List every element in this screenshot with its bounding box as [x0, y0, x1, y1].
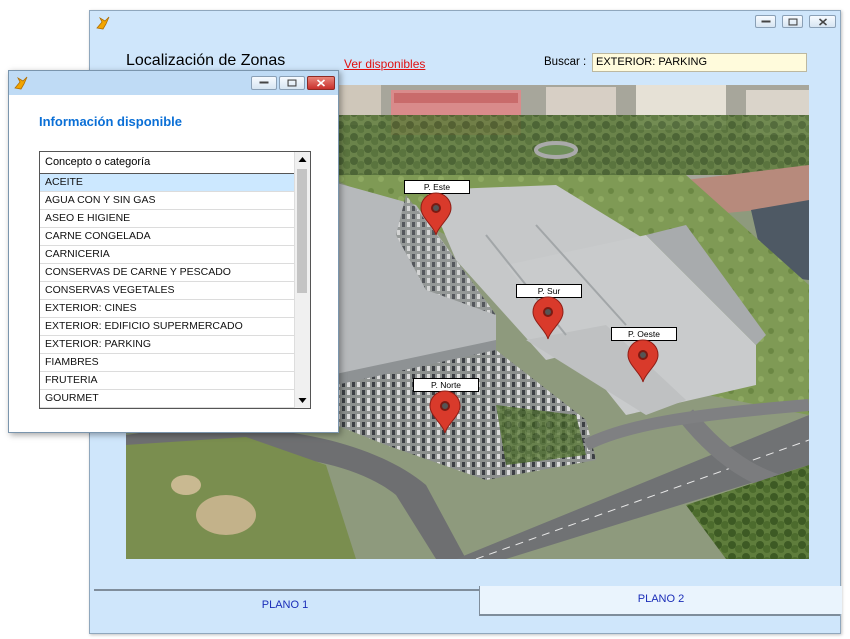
minimize-button[interactable] — [755, 15, 776, 28]
page-title: Localización de Zonas — [126, 52, 286, 69]
map-pin-icon — [532, 296, 564, 340]
scroll-down-button[interactable] — [295, 393, 310, 408]
app-bird-icon — [95, 15, 111, 31]
minimize-icon — [259, 81, 269, 84]
app-bird-icon — [13, 75, 29, 91]
map-marker-norte[interactable]: P. Norte — [413, 378, 479, 434]
list-item[interactable]: ACEITE — [40, 174, 295, 192]
search-label: Buscar : — [544, 56, 587, 68]
category-list[interactable]: Concepto o categoría ACEITE AGUA CON Y S… — [39, 151, 311, 409]
popup-body: Información disponible Concepto o catego… — [9, 95, 338, 432]
list-column-header[interactable]: Concepto o categoría — [40, 152, 295, 174]
tab-active-underline — [479, 614, 840, 616]
maximize-icon — [287, 79, 297, 87]
map-marker-sur[interactable]: P. Sur — [516, 284, 582, 340]
search-input[interactable]: EXTERIOR: PARKING — [592, 53, 807, 72]
list-scrollbar[interactable] — [294, 152, 310, 408]
close-icon — [818, 17, 827, 26]
list-item[interactable]: CARNE CONGELADA — [40, 228, 295, 246]
list-item[interactable]: ASEO E HIGIENE — [40, 210, 295, 228]
close-icon — [316, 79, 326, 87]
list-item[interactable]: GOURMET — [40, 390, 295, 408]
maximize-button[interactable] — [782, 15, 803, 28]
popup-heading: Información disponible — [39, 114, 183, 129]
main-titlebar[interactable] — [90, 11, 840, 33]
map-marker-este[interactable]: P. Este — [404, 180, 470, 236]
popup-titlebar[interactable] — [9, 71, 338, 95]
scroll-down-icon — [298, 398, 307, 403]
close-button[interactable] — [809, 15, 836, 28]
list-item[interactable]: EXTERIOR: CINES — [40, 300, 295, 318]
minimize-icon — [761, 20, 770, 22]
map-pin-icon — [627, 339, 659, 383]
popup-minimize-button[interactable] — [251, 76, 277, 90]
tab-plano-2[interactable]: PLANO 2 — [479, 586, 842, 614]
tab-plano-1[interactable]: PLANO 1 — [94, 591, 476, 615]
list-item[interactable]: CONSERVAS DE CARNE Y PESCADO — [40, 264, 295, 282]
map-marker-oeste[interactable]: P. Oeste — [611, 327, 677, 383]
list-item[interactable]: CONSERVAS VEGETALES — [40, 282, 295, 300]
popup-maximize-button[interactable] — [279, 76, 305, 90]
scroll-thumb[interactable] — [297, 169, 307, 293]
maximize-icon — [788, 18, 797, 25]
list-item[interactable]: CARNICERIA — [40, 246, 295, 264]
map-pin-icon — [429, 390, 461, 434]
ver-disponibles-link[interactable]: Ver disponibles — [344, 57, 425, 71]
map-pin-icon — [420, 192, 452, 236]
list-item[interactable]: EXTERIOR: PARKING — [40, 336, 295, 354]
info-popup-window: Información disponible Concepto o catego… — [8, 70, 339, 433]
scroll-up-button[interactable] — [295, 152, 310, 167]
list-item[interactable]: FRUTERIA — [40, 372, 295, 390]
popup-close-button[interactable] — [307, 76, 335, 90]
scroll-up-icon — [298, 157, 307, 162]
list-item[interactable]: FIAMBRES — [40, 354, 295, 372]
list-rows: ACEITE AGUA CON Y SIN GAS ASEO E HIGIENE… — [40, 174, 295, 408]
list-item[interactable]: AGUA CON Y SIN GAS — [40, 192, 295, 210]
list-item[interactable]: EXTERIOR: EDIFICIO SUPERMERCADO — [40, 318, 295, 336]
